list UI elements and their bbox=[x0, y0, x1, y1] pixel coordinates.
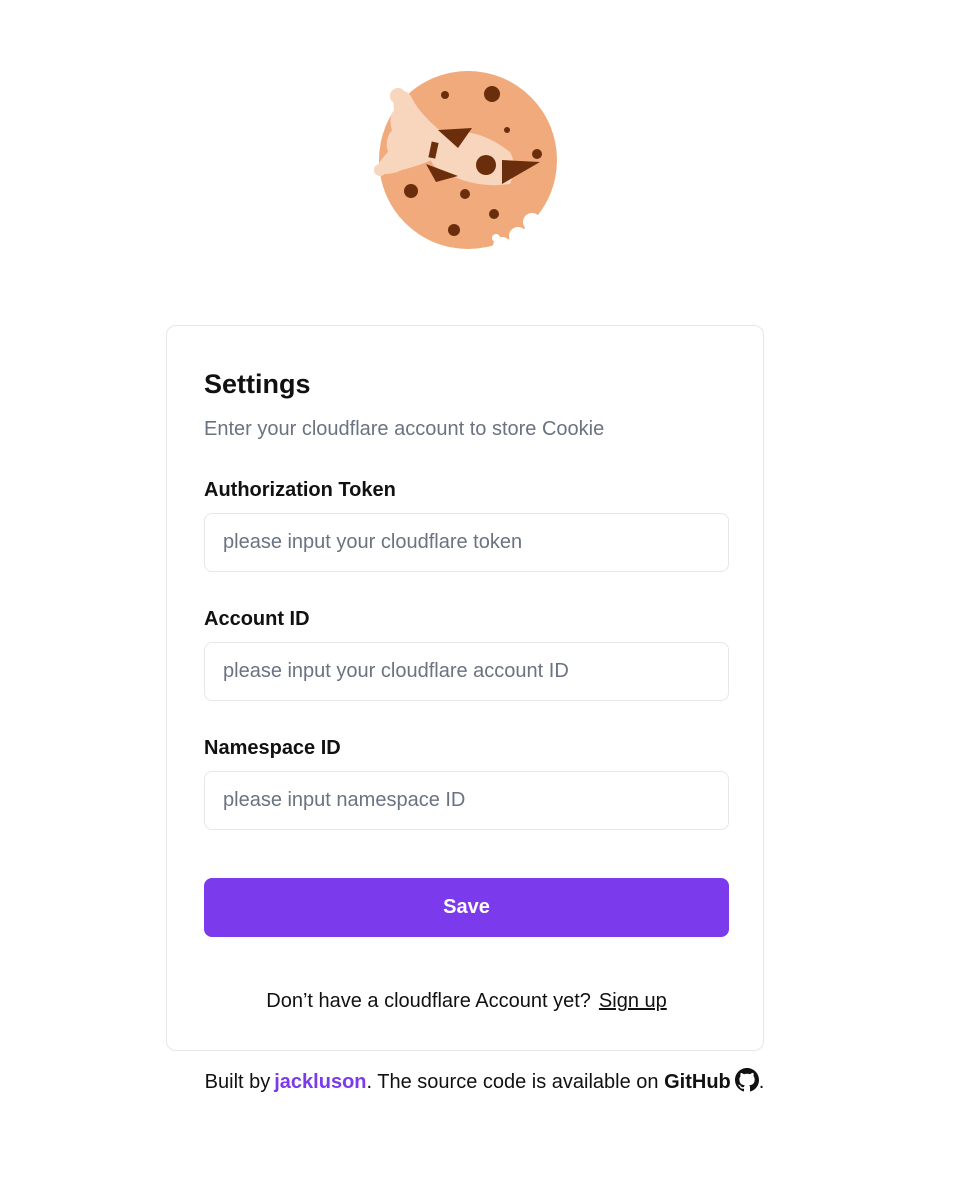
signup-row: Don’t have a cloudflare Account yet? Sign… bbox=[204, 990, 729, 1013]
footer-built-by: Built by bbox=[204, 1071, 271, 1093]
author-link[interactable]: jackluson bbox=[274, 1071, 366, 1093]
github-link[interactable]: GitHub bbox=[664, 1068, 759, 1093]
settings-title: Settings bbox=[204, 369, 311, 399]
save-button[interactable]: Save bbox=[204, 878, 729, 937]
footer: Built by jackluson. The source code is av… bbox=[0, 1068, 969, 1094]
footer-source-text: . The source code is available on bbox=[366, 1071, 659, 1093]
github-label: GitHub bbox=[664, 1071, 731, 1093]
settings-subtitle: Enter your cloudflare account to store C… bbox=[204, 418, 605, 440]
settings-card: Settings Enter your cloudflare account t… bbox=[166, 325, 764, 1051]
sign-up-link[interactable]: Sign up bbox=[599, 990, 667, 1012]
footer-end-punct: . bbox=[758, 1071, 765, 1093]
cookie-rocket-logo bbox=[374, 71, 557, 255]
signup-prompt: Don’t have a cloudflare Account yet? bbox=[266, 990, 591, 1012]
account-id-label: Account ID bbox=[204, 608, 310, 630]
authorization-token-label: Authorization Token bbox=[204, 479, 396, 501]
namespace-id-label: Namespace ID bbox=[204, 737, 341, 759]
account-id-input[interactable] bbox=[204, 642, 729, 701]
namespace-id-input[interactable] bbox=[204, 771, 729, 830]
github-icon bbox=[734, 1068, 759, 1092]
authorization-token-input[interactable] bbox=[204, 513, 729, 572]
